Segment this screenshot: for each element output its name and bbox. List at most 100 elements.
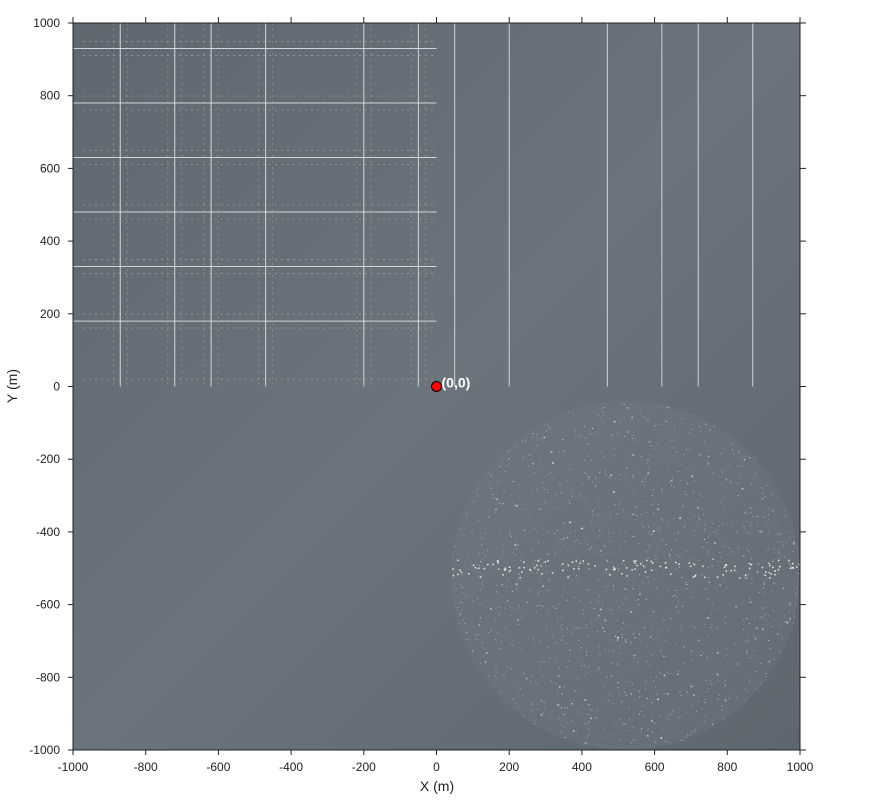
speckle-dot [543, 481, 545, 483]
speckle-dot [726, 477, 728, 479]
speckle-dot [469, 537, 471, 539]
speckle-dot [714, 501, 716, 503]
speckle-dot [585, 626, 587, 628]
speckle-dot [584, 723, 586, 724]
speckle-dot [610, 512, 612, 514]
speckle-dot [647, 458, 649, 461]
speckle-dot [618, 677, 620, 679]
speckle-dot [497, 560, 499, 563]
speckle-dot [568, 468, 570, 470]
speckle-dot [713, 521, 715, 523]
speckle-dot [716, 608, 718, 610]
speckle-dot [531, 703, 533, 705]
speckle-dot [641, 513, 642, 515]
speckle-dot [597, 500, 599, 502]
speckle-dot [773, 547, 775, 549]
speckle-dot [537, 568, 539, 571]
speckle-dot [684, 736, 686, 738]
speckle-dot [618, 431, 620, 433]
speckle-dot [624, 639, 627, 641]
speckle-dot [580, 627, 582, 628]
speckle-dot [626, 595, 627, 597]
speckle-dot [646, 698, 648, 699]
speckle-dot [686, 550, 688, 552]
speckle-dot [588, 568, 590, 570]
speckle-dot [632, 438, 633, 439]
speckle-dot [674, 539, 676, 541]
speckle-dot [556, 661, 557, 663]
speckle-dot [605, 470, 606, 472]
speckle-dot [493, 532, 495, 534]
speckle-dot [655, 741, 656, 743]
speckle-dot [561, 624, 563, 626]
speckle-dot [767, 508, 769, 509]
speckle-dot [569, 503, 571, 504]
speckle-dot [596, 522, 598, 524]
speckle-dot [482, 642, 484, 644]
speckle-dot [621, 701, 623, 703]
speckle-dot [666, 406, 669, 409]
speckle-dot [697, 506, 699, 509]
speckle-dot [615, 576, 616, 578]
speckle-dot [629, 718, 630, 720]
speckle-dot [798, 573, 800, 574]
speckle-dot [776, 527, 778, 528]
speckle-dot [788, 603, 790, 604]
speckle-dot [502, 549, 504, 551]
speckle-dot [739, 577, 741, 579]
speckle-dot [568, 500, 569, 502]
speckle-dot [598, 744, 600, 746]
speckle-dot [595, 717, 597, 719]
speckle-dot [725, 570, 728, 572]
speckle-dot [699, 519, 701, 521]
speckle-dot [745, 574, 747, 576]
speckle-dot [749, 681, 751, 683]
speckle-dot [549, 716, 551, 718]
speckle-dot [566, 707, 569, 709]
speckle-dot [670, 573, 672, 575]
speckle-dot [789, 618, 791, 620]
speckle-dot [789, 567, 792, 570]
speckle-dot [504, 470, 506, 472]
speckle-dot [707, 634, 709, 636]
speckle-dot [569, 649, 571, 652]
speckle-dot [479, 572, 481, 573]
speckle-dot [520, 713, 522, 714]
speckle-dot [510, 607, 512, 609]
speckle-dot [698, 454, 701, 456]
speckle-dot [736, 696, 737, 697]
speckle-dot [635, 625, 636, 627]
speckle-dot [745, 510, 747, 511]
speckle-dot [772, 582, 774, 584]
speckle-dot [677, 590, 679, 591]
speckle-dot [686, 483, 688, 485]
speckle-dot [629, 453, 631, 455]
speckle-dot [785, 515, 787, 517]
speckle-dot [701, 708, 703, 709]
speckle-dot [747, 690, 749, 692]
speckle-dot [570, 674, 571, 676]
speckle-dot [749, 598, 751, 600]
speckle-dot [631, 490, 633, 491]
speckle-dot [676, 555, 677, 556]
speckle-dot [648, 545, 649, 546]
speckle-dot [622, 404, 623, 405]
speckle-dot [741, 567, 743, 569]
speckle-dot [574, 597, 576, 599]
speckle-dot [498, 606, 500, 608]
speckle-dot [589, 612, 591, 614]
speckle-dot [549, 427, 551, 429]
speckle-dot [707, 553, 708, 554]
speckle-dot [710, 683, 712, 685]
speckle-dot [564, 468, 566, 470]
speckle-dot [596, 631, 598, 633]
speckle-dot [628, 707, 630, 709]
speckle-dot [669, 555, 671, 557]
speckle-dot [615, 599, 616, 601]
speckle-dot [685, 524, 686, 526]
speckle-dot [625, 723, 627, 725]
speckle-dot [652, 714, 653, 715]
speckle-dot [459, 569, 461, 571]
speckle-dot [698, 582, 700, 584]
speckle-dot [764, 574, 766, 576]
